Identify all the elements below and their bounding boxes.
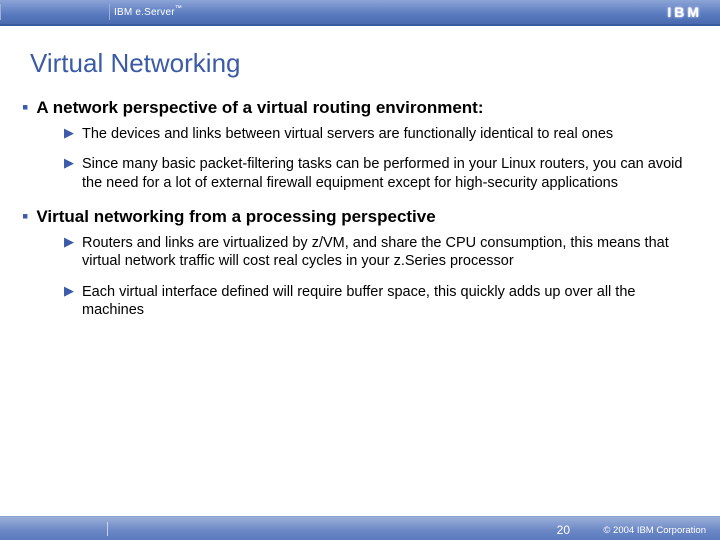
arrow-bullet-icon: ▶: [64, 155, 74, 192]
footer-bar: 20 © 2004 IBM Corporation: [0, 516, 720, 540]
arrow-bullet-icon: ▶: [64, 125, 74, 144]
sub-bullet-text: Routers and links are virtualized by z/V…: [82, 234, 690, 271]
sub-bullets: ▶ Routers and links are virtualized by z…: [22, 234, 690, 320]
brand-text: IBM e.Server™: [114, 7, 182, 18]
bullet-level2: ▶ Routers and links are virtualized by z…: [22, 234, 690, 271]
page-number: 20: [557, 523, 570, 537]
brand-mid: Server: [144, 7, 175, 18]
page-title: Virtual Networking: [0, 26, 720, 97]
copyright: © 2004 IBM Corporation: [603, 525, 706, 536]
sub-bullet-text: The devices and links between virtual se…: [82, 125, 613, 144]
brand-tm: ™: [175, 5, 182, 12]
brand: IBM e.Server™: [0, 0, 182, 24]
bullet-text: Virtual networking from a processing per…: [36, 206, 435, 228]
bullet-level2: ▶ The devices and links between virtual …: [22, 125, 690, 144]
arrow-bullet-icon: ▶: [64, 283, 74, 320]
square-bullet-icon: ▪: [22, 97, 28, 119]
square-bullet-icon: ▪: [22, 206, 28, 228]
sub-bullet-text: Each virtual interface defined will requ…: [82, 283, 690, 320]
footer-rule: [0, 522, 108, 536]
bullet-level1: ▪ A network perspective of a virtual rou…: [22, 97, 690, 119]
bullet-text: A network perspective of a virtual routi…: [36, 97, 483, 119]
sub-bullet-text: Since many basic packet-filtering tasks …: [82, 155, 690, 192]
ibm-logo: IBM: [667, 4, 702, 20]
sub-bullets: ▶ The devices and links between virtual …: [22, 125, 690, 193]
bullet-level2: ▶ Each virtual interface defined will re…: [22, 283, 690, 320]
content: ▪ A network perspective of a virtual rou…: [0, 97, 720, 320]
slide: IBM e.Server™ IBM Virtual Networking ▪ A…: [0, 0, 720, 540]
header-bar: IBM e.Server™ IBM: [0, 0, 720, 26]
brand-prefix: IBM e.: [114, 7, 144, 18]
brand-rule: [0, 4, 110, 20]
bullet-level1: ▪ Virtual networking from a processing p…: [22, 206, 690, 228]
arrow-bullet-icon: ▶: [64, 234, 74, 271]
bullet-level2: ▶ Since many basic packet-filtering task…: [22, 155, 690, 192]
